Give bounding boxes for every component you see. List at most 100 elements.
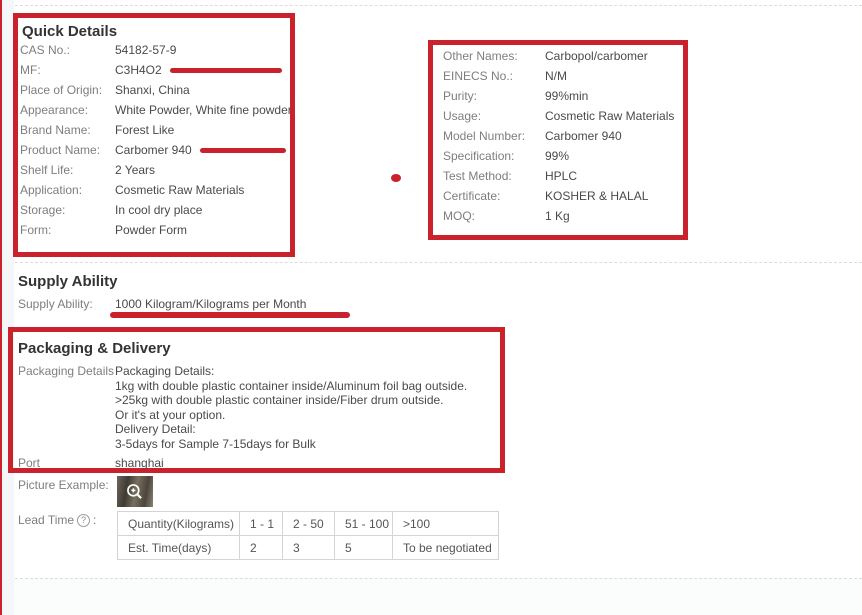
table-cell: 51 - 100 [335, 512, 393, 536]
spec-row: Shelf Life: 2 Years [20, 160, 286, 180]
table-cell: 5 [335, 536, 393, 560]
spec-row: Other Names: Carbopol/carbomer [443, 46, 681, 66]
spec-row: Model Number: Carbomer 940 [443, 126, 681, 146]
spec-value: 99% [545, 149, 569, 163]
spec-row: Purity: 99%min [443, 86, 681, 106]
lead-time-label: Lead Time [18, 513, 74, 527]
picture-example-thumbnail[interactable] [117, 476, 153, 507]
picture-example-label: Picture Example: [18, 478, 109, 492]
spec-row: Test Method: HPLC [443, 166, 681, 186]
top-dashed-divider [15, 5, 862, 6]
supply-ability-row: Supply Ability: 1000 Kilogram/Kilograms … [18, 294, 438, 314]
spec-row: Usage: Cosmetic Raw Materials [443, 106, 681, 126]
right-details-annotation-box: Other Names: Carbopol/carbomer EINECS No… [428, 40, 688, 240]
mid-dashed-divider [15, 262, 862, 263]
spec-value: Carbomer 940 [545, 129, 622, 143]
bottom-band [14, 579, 862, 615]
spec-value: Cosmetic Raw Materials [115, 183, 244, 197]
spec-label: Shelf Life: [20, 163, 115, 177]
spec-row: Application: Cosmetic Raw Materials [20, 180, 286, 200]
quick-details-annotation-box: Quick Details CAS No.: 54182-57-9 MF: C3… [13, 13, 295, 257]
quick-details-left-rows: CAS No.: 54182-57-9 MF: C3H4O2 Place of … [20, 40, 286, 240]
spec-label: Model Number: [443, 129, 545, 143]
port-value: shanghai [115, 456, 164, 470]
spec-row: Place of Origin: Shanxi, China [20, 80, 286, 100]
product-details-page: Quick Details CAS No.: 54182-57-9 MF: C3… [0, 0, 862, 615]
question-icon[interactable]: ? [77, 514, 90, 527]
spec-value: Cosmetic Raw Materials [545, 109, 674, 123]
spec-label: Product Name: [20, 143, 115, 157]
spec-row: Brand Name: Forest Like [20, 120, 286, 140]
packaging-details-label: Packaging Details [18, 364, 115, 451]
spec-label: Usage: [443, 109, 545, 123]
spec-value: 99%min [545, 89, 588, 103]
spec-label: Application: [20, 183, 115, 197]
red-dot-annotation [391, 174, 401, 182]
table-cell: 1 - 1 [240, 512, 283, 536]
spec-value: C3H4O2 [115, 63, 162, 77]
red-marker-line [200, 148, 286, 153]
lead-time-value-row: Est. Time(days) 2 3 5 To be negotiated [118, 536, 499, 560]
spec-value: Shanxi, China [115, 83, 190, 97]
spec-label: Other Names: [443, 49, 545, 63]
quick-details-title: Quick Details [22, 23, 117, 40]
lead-time-header-row: Quantity(Kilograms) 1 - 1 2 - 50 51 - 10… [118, 512, 499, 536]
packaging-line: 3-5days for Sample 7-15days for Bulk [115, 437, 467, 452]
spec-row: MOQ: 1 Kg [443, 206, 681, 226]
spec-value: KOSHER & HALAL [545, 189, 648, 203]
table-cell: 2 [240, 536, 283, 560]
port-row: Port shanghai [18, 453, 164, 473]
spec-label: Place of Origin: [20, 83, 115, 97]
table-cell: Quantity(Kilograms) [118, 512, 240, 536]
spec-label: Storage: [20, 203, 115, 217]
spec-label: Purity: [443, 89, 545, 103]
red-marker-line [170, 68, 282, 73]
spec-value: 2 Years [115, 163, 155, 177]
supply-ability-title: Supply Ability [18, 273, 117, 290]
spec-label: Certificate: [443, 189, 545, 203]
spec-label: MF: [20, 63, 115, 77]
spec-label: Form: [20, 223, 115, 237]
packaging-line: Packaging Details: [115, 364, 467, 379]
packaging-line: 1kg with double plastic container inside… [115, 379, 467, 394]
zoom-in-icon [125, 482, 145, 502]
spec-value: White Powder, White fine powder [115, 103, 292, 117]
table-cell: To be negotiated [393, 536, 499, 560]
supply-ability-label: Supply Ability: [18, 297, 115, 311]
table-cell: 2 - 50 [283, 512, 335, 536]
packaging-details-value: Packaging Details: 1kg with double plast… [115, 364, 467, 451]
spec-value: In cool dry place [115, 203, 202, 217]
spec-label: CAS No.: [20, 43, 115, 57]
packaging-line: >25kg with double plastic container insi… [115, 393, 467, 408]
packaging-details-row: Packaging Details Packaging Details: 1kg… [18, 364, 467, 451]
spec-label: MOQ: [443, 209, 545, 223]
spec-label: Test Method: [443, 169, 545, 183]
spec-value: 54182-57-9 [115, 43, 176, 57]
lead-time-table: Quantity(Kilograms) 1 - 1 2 - 50 51 - 10… [117, 511, 499, 560]
spec-value: Carbopol/carbomer [545, 49, 648, 63]
spec-value: HPLC [545, 169, 577, 183]
packaging-delivery-title: Packaging & Delivery [18, 340, 171, 357]
spec-row: Appearance: White Powder, White fine pow… [20, 100, 286, 120]
port-label: Port [18, 456, 115, 470]
quick-details-right-rows: Other Names: Carbopol/carbomer EINECS No… [443, 46, 681, 226]
table-cell: >100 [393, 512, 499, 536]
packaging-line: Delivery Detail: [115, 422, 467, 437]
packaging-line: Or it's at your option. [115, 408, 467, 423]
spec-value: Powder Form [115, 223, 187, 237]
spec-row: Product Name: Carbomer 940 [20, 140, 286, 160]
spec-row: Storage: In cool dry place [20, 200, 286, 220]
packaging-delivery-annotation-box: Packaging & Delivery Packaging Details P… [8, 327, 505, 473]
spec-row: MF: C3H4O2 [20, 60, 286, 80]
red-underline-annotation [110, 312, 350, 318]
spec-row: EINECS No.: N/M [443, 66, 681, 86]
spec-value: Carbomer 940 [115, 143, 192, 157]
lead-time-colon: : [93, 513, 96, 527]
supply-ability-value: 1000 Kilogram/Kilograms per Month [115, 297, 306, 311]
spec-value: Forest Like [115, 123, 174, 137]
spec-label: Specification: [443, 149, 545, 163]
spec-row: Specification: 99% [443, 146, 681, 166]
spec-label: Brand Name: [20, 123, 115, 137]
bottom-dashed-divider [15, 578, 862, 579]
spec-row: Certificate: KOSHER & HALAL [443, 186, 681, 206]
